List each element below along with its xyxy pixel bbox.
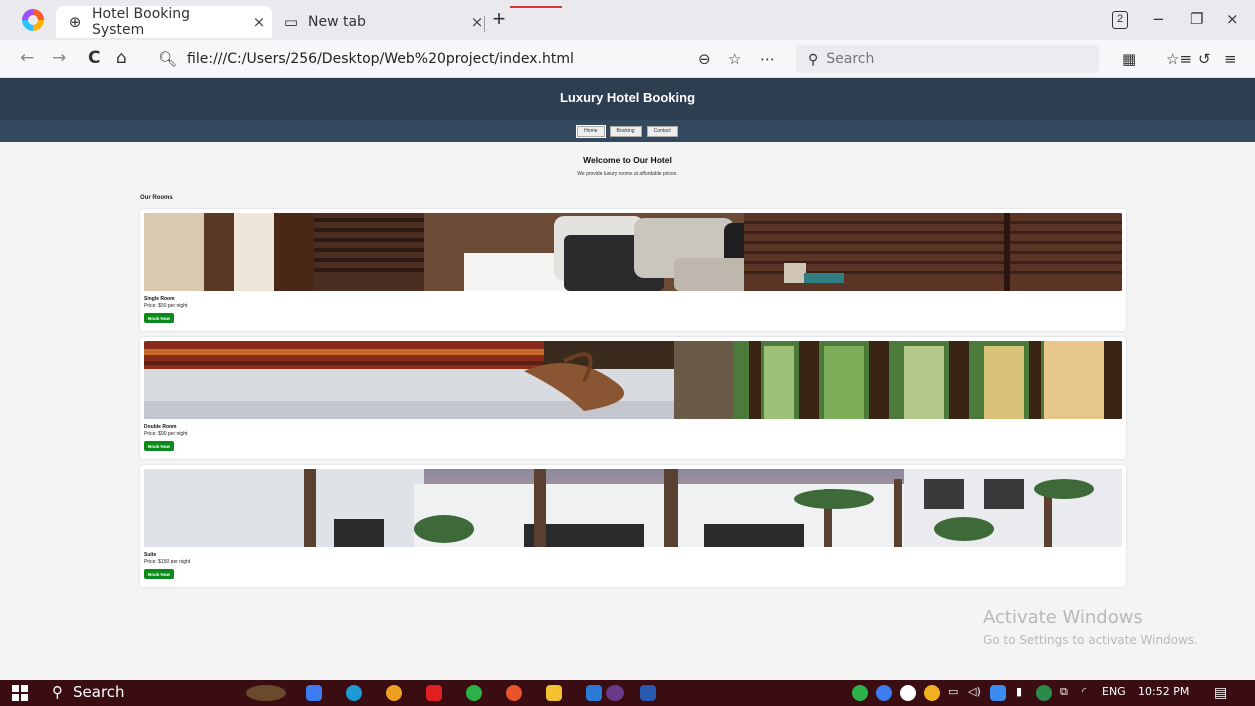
- browser-icon[interactable]: [386, 685, 402, 701]
- restore-button[interactable]: ❐: [1190, 10, 1203, 28]
- browser-toolbar: ← → C ⌂ 🔍︎ file:///C:/Users/256/Desktop/…: [0, 40, 1255, 78]
- book-now-button[interactable]: Book Now: [144, 569, 174, 579]
- tab-title: New tab: [308, 14, 366, 30]
- site-nav: Home Booking Contact: [0, 120, 1255, 142]
- room-price: Price: $90 per night: [144, 431, 188, 437]
- copilot-icon[interactable]: [306, 685, 322, 701]
- welcome-section: Welcome to Our Hotel We provide luxury r…: [0, 155, 1255, 177]
- tray-copilot-icon[interactable]: [876, 685, 892, 701]
- windows-start-icon[interactable]: [12, 685, 28, 701]
- vscode-icon[interactable]: [586, 685, 602, 701]
- room-card-double: Double Room Price: $90 per night Book No…: [140, 337, 1126, 459]
- web-page: Luxury Hotel Booking Home Booking Contac…: [0, 78, 1255, 680]
- mic-icon[interactable]: ▮: [1016, 685, 1022, 698]
- reload-button[interactable]: C: [88, 48, 100, 68]
- taskbar: ⚲ Search ▭ ◁) ▮ ⧉ ◜ ENG 10:52 PM ▤: [0, 680, 1255, 706]
- language-indicator[interactable]: ENG: [1102, 685, 1126, 698]
- tab-new-tab[interactable]: ▭ New tab ×: [276, 6, 490, 38]
- tray-google-icon[interactable]: [900, 685, 916, 701]
- active-browser-icon[interactable]: [606, 685, 624, 701]
- search-icon: 🔍︎: [158, 51, 178, 68]
- globe-icon: ⊕: [68, 13, 82, 31]
- search-icon: ⚲: [52, 683, 63, 701]
- room-name: Single Room: [144, 296, 175, 302]
- close-window-button[interactable]: ×: [1226, 10, 1239, 28]
- nav-booking-button[interactable]: Booking: [609, 125, 642, 137]
- youtube-icon[interactable]: [426, 685, 442, 701]
- room-price: Price: $50 per night: [144, 303, 188, 309]
- new-tab-page-icon: ▭: [283, 13, 299, 31]
- wifi-icon[interactable]: ◜: [1082, 685, 1086, 698]
- welcome-heading: Welcome to Our Hotel: [583, 155, 672, 165]
- chrome-icon[interactable]: [506, 685, 522, 701]
- battery-icon[interactable]: ▭: [948, 685, 958, 698]
- rooms-heading: Our Rooms: [140, 195, 173, 201]
- back-button[interactable]: ←: [20, 48, 34, 68]
- search-box[interactable]: ⚲: [796, 45, 1099, 73]
- apps-grid-icon[interactable]: ▦: [1122, 50, 1136, 68]
- tab-count-badge[interactable]: 2: [1112, 11, 1128, 29]
- favorites-icon[interactable]: ☆≡: [1166, 50, 1192, 68]
- new-tab-button[interactable]: +: [488, 8, 510, 32]
- undo-icon[interactable]: ↺: [1198, 50, 1211, 68]
- tray-shield-icon[interactable]: [1036, 685, 1052, 701]
- close-tab-icon[interactable]: ×: [246, 13, 272, 31]
- book-now-button[interactable]: Book Now: [144, 441, 174, 451]
- zoom-icon[interactable]: ⊖: [698, 50, 711, 68]
- taskbar-search[interactable]: ⚲ Search: [52, 683, 125, 701]
- room-photo: [144, 469, 1122, 547]
- more-options-icon[interactable]: ⋯: [760, 50, 775, 68]
- room-name: Suite: [144, 552, 157, 558]
- word-icon[interactable]: [640, 685, 656, 701]
- site-header: Luxury Hotel Booking: [0, 78, 1255, 120]
- whatsapp-icon[interactable]: [466, 685, 482, 701]
- tab-hotel-booking[interactable]: ⊕ Hotel Booking System ×: [56, 6, 272, 38]
- close-tab-icon[interactable]: ×: [464, 13, 490, 31]
- browser-tab-bar: ⊕ Hotel Booking System × ▭ New tab × + 2…: [0, 0, 1255, 40]
- tray-app-icon[interactable]: [924, 685, 940, 701]
- home-button[interactable]: ⌂: [116, 48, 127, 68]
- search-input[interactable]: [826, 51, 1067, 67]
- menu-icon[interactable]: ≡: [1224, 50, 1237, 68]
- file-explorer-icon[interactable]: [546, 685, 562, 701]
- room-photo: [144, 341, 1122, 419]
- tray-clipboard-icon[interactable]: ⧉: [1060, 685, 1068, 699]
- tab-title: Hotel Booking System: [92, 6, 191, 38]
- widgets-icon[interactable]: [246, 685, 286, 701]
- tab-separator: [484, 16, 485, 32]
- activate-windows-subtitle: Go to Settings to activate Windows.: [983, 633, 1198, 647]
- minimize-button[interactable]: −: [1152, 10, 1165, 28]
- room-photo: [144, 213, 1122, 291]
- book-now-button[interactable]: Book Now: [144, 313, 174, 323]
- room-name: Double Room: [144, 424, 177, 430]
- notification-icon[interactable]: ▤: [1214, 685, 1227, 701]
- room-card-single: Single Room Price: $50 per night Book No…: [140, 209, 1126, 331]
- address-bar[interactable]: 🔍︎ file:///C:/Users/256/Desktop/Web%20pr…: [150, 46, 790, 72]
- volume-icon[interactable]: ◁): [968, 685, 981, 698]
- search-icon: ⚲: [808, 50, 819, 67]
- tray-display-icon[interactable]: [990, 685, 1006, 701]
- clock-time[interactable]: 10:52 PM: [1138, 685, 1189, 698]
- tray-whatsapp-icon[interactable]: [852, 685, 868, 701]
- nav-contact-button[interactable]: Contact: [646, 125, 678, 137]
- forward-button[interactable]: →: [52, 48, 66, 68]
- edge-icon[interactable]: [346, 685, 362, 701]
- taskbar-search-label: Search: [73, 683, 125, 701]
- activate-windows-title: Activate Windows: [983, 607, 1143, 628]
- nav-home-button[interactable]: Home: [576, 124, 606, 138]
- browser-logo-icon[interactable]: [22, 9, 44, 31]
- room-card-suite: Suite Price: $150 per night Book Now: [140, 465, 1126, 587]
- welcome-text: We provide luxury rooms at affordable pr…: [577, 171, 678, 177]
- bookmark-star-icon[interactable]: ☆: [728, 50, 741, 68]
- room-price: Price: $150 per night: [144, 559, 191, 565]
- tab-loading-indicator: [510, 6, 562, 8]
